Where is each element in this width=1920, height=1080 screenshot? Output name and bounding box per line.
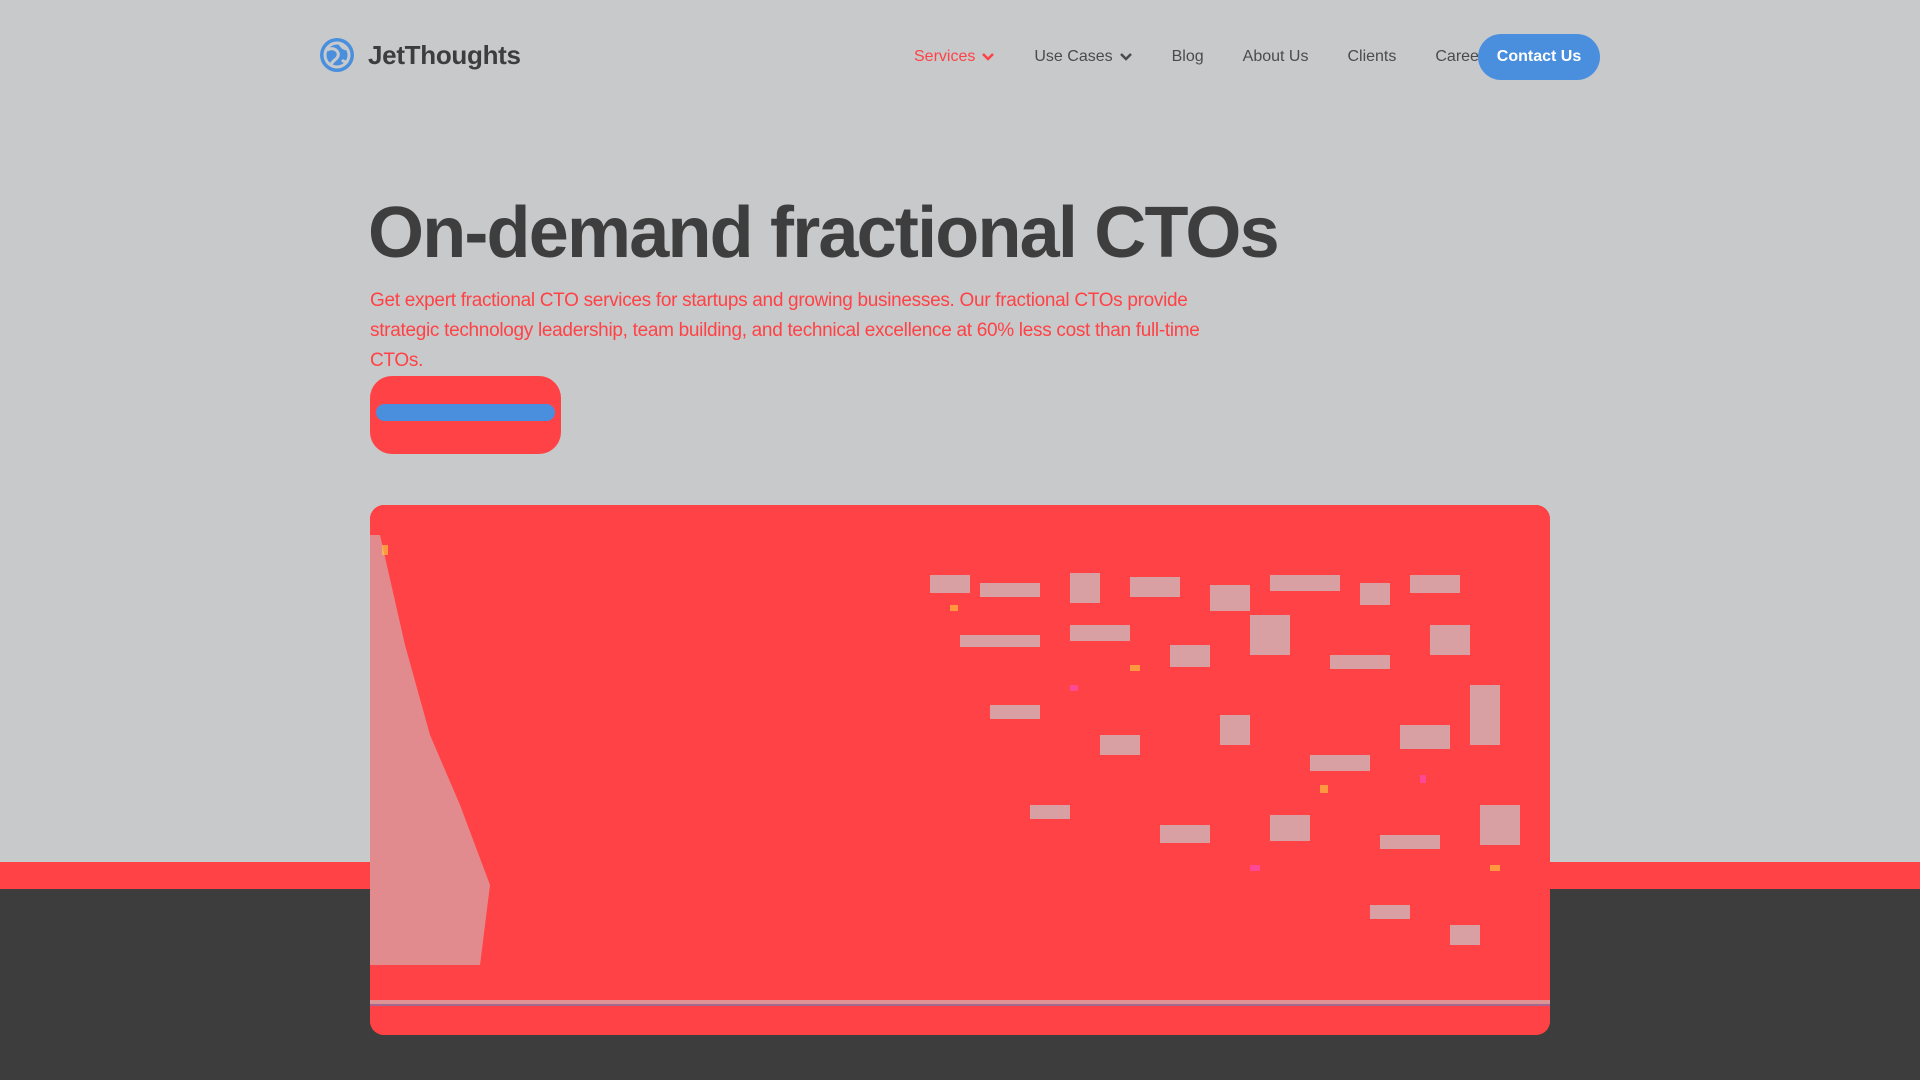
- nav-item-blog[interactable]: Blog: [1172, 48, 1204, 66]
- nav-item-label: Blog: [1171, 48, 1204, 65]
- hero-title: On-demand fractional CTOs: [368, 193, 1280, 273]
- hero-photo: [370, 505, 1550, 1035]
- nav-item-label: Services: [914, 48, 976, 65]
- hero-cta-button[interactable]: [370, 376, 561, 454]
- nav-item-services[interactable]: Services: [914, 48, 995, 66]
- nav-item-label: About Us: [1242, 48, 1309, 65]
- globe-logo-icon: [320, 38, 354, 72]
- nav-item-clients[interactable]: Clients: [1347, 48, 1396, 66]
- chevron-down-icon: [1119, 53, 1132, 61]
- nav-item-label: Clients: [1347, 48, 1397, 65]
- site-header: JetThoughts Services Use Cases Blog Abou…: [0, 0, 1920, 114]
- hero-subtitle: Get expert fractional CTO services for s…: [370, 290, 1200, 371]
- brand-name: JetThoughts: [368, 39, 521, 70]
- nav-item-about-us[interactable]: About Us: [1243, 48, 1309, 66]
- nav-item-label: Use Cases: [1034, 48, 1113, 65]
- hero-image: [370, 505, 1550, 1035]
- main-nav: Services Use Cases Blog About Us Clients…: [914, 34, 1531, 80]
- brand-logo[interactable]: JetThoughts: [318, 36, 521, 74]
- contact-us-button[interactable]: Contact Us: [1478, 34, 1600, 80]
- cta-inner-pill: [376, 404, 555, 421]
- chevron-down-icon: [982, 53, 995, 61]
- nav-item-use-cases[interactable]: Use Cases: [1034, 48, 1132, 66]
